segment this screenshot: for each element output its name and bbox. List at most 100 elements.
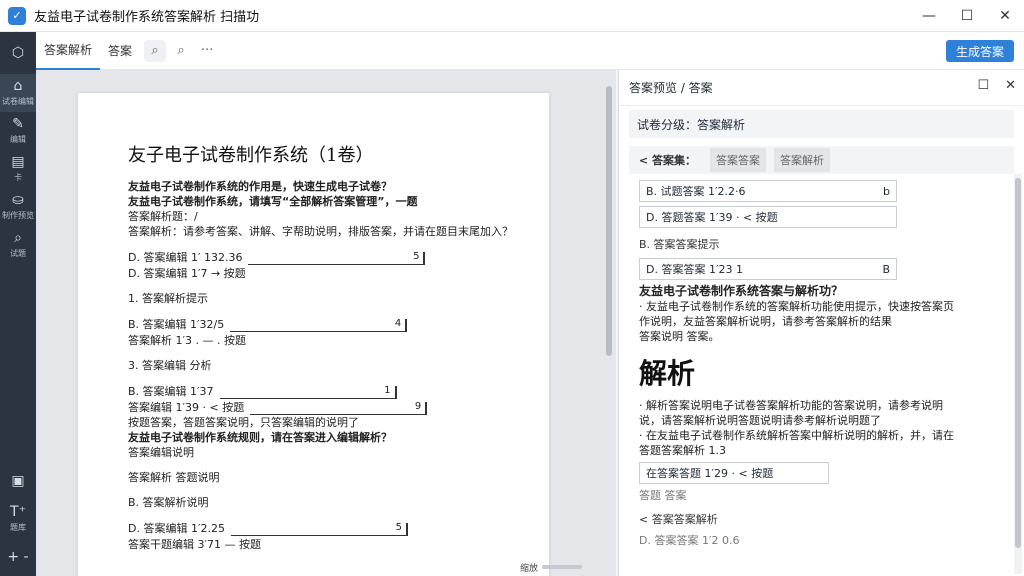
tab-answer-answer[interactable]: 答案答案 [710, 148, 767, 172]
rail-item-preview[interactable]: ⛀ 制作预览 [0, 188, 36, 226]
doc-line: 按题答案，答题答案说明，只答案编辑的说明了 [128, 416, 359, 429]
window-controls: — ☐ ✕ [910, 0, 1024, 32]
answer-field[interactable]: 在答案答题 1′29 · < 按题 [639, 462, 829, 484]
cube-icon: ⬡ [11, 45, 25, 61]
answer-field[interactable]: D. 答案编辑 1′2.25 5 [128, 520, 529, 536]
answer-field[interactable]: B. 试题答案 1′2.2·6 b [639, 180, 897, 202]
back-answer-set[interactable]: < 答案集： [633, 148, 702, 172]
field-end: 4 [394, 318, 402, 329]
rail-item-library[interactable]: T⁺ 题库 [0, 500, 36, 538]
scrollbar-thumb[interactable] [606, 86, 612, 356]
zoom-label: 缩放 [519, 563, 538, 574]
grid-icon: ▣ [11, 473, 25, 489]
maximize-button[interactable]: ☐ [948, 0, 986, 32]
answer-field[interactable]: D. 答案编辑 1′ 132.36 5 [128, 249, 529, 265]
rail-item-card[interactable]: ▤ 卡 [0, 150, 36, 188]
field-end: 5 [395, 522, 402, 533]
answer-field[interactable]: B. 答案编辑 1′32/5 4 [128, 316, 529, 332]
rail-item-label: 卡 [14, 173, 22, 182]
field-end: b [883, 184, 890, 198]
rail-item-zoom[interactable]: + - [0, 538, 36, 576]
stack-icon: ⛀ [12, 192, 24, 208]
zoom-slider[interactable] [542, 565, 582, 569]
pane-header: 答案预览 / 答案 ☐ ✕ [619, 70, 1024, 106]
rail-item-questions[interactable]: ⌕ 试题 [0, 226, 36, 264]
document-icon: ▤ [11, 154, 25, 170]
answer-field[interactable]: B. 答案编辑 1′37 1 [128, 383, 529, 399]
pane-line: · 在友益电子试卷制作系统解析答案中解析说明的解析，并，请在 [639, 429, 954, 442]
rail-item-edit-exam[interactable]: ⌂ 试卷编辑 [0, 74, 36, 112]
section-heading: 3. 答案编辑 分析 [128, 359, 212, 372]
rail-item-label: 题库 [10, 523, 26, 532]
generate-answer-button[interactable]: 生成答案 [945, 40, 1014, 62]
text-plus-icon: T⁺ [10, 504, 26, 520]
app-window: ✓ 友益电子试卷制作系统答案解析 扫描功 — ☐ ✕ ⬡ ⌂ 试卷编辑 ✎ 编辑 ▤… [0, 0, 1024, 576]
document-canvas: 友子电子试卷制作系统（1卷） 友益电子试卷制作系统的作用是，快速生成电子试卷？ … [36, 70, 616, 576]
tab-answer[interactable]: 答案 [100, 32, 140, 70]
more-icon[interactable]: ··· [196, 40, 218, 62]
pane-line: · 解析答案说明电子试卷答案解析功能的答案说明，请参考说明 [639, 399, 943, 412]
analysis-heading: 解析 [639, 357, 696, 390]
search-icon: ⌕ [14, 230, 22, 246]
answer-field[interactable]: D. 答题答案 1′39 · < 按题 [639, 206, 897, 228]
pane-body: B. 试题答案 1′2.2·6 b D. 答题答案 1′39 · < 按题 B. … [619, 174, 1011, 576]
doc-line: 友益电子试卷制作系统，请填写“全部解析答案管理”，一题 [128, 195, 418, 208]
field-text: 答案干题编辑 3′71 — 按题 [128, 538, 261, 551]
doc-line: 答案解析：请参考答案、讲解、字帮助说明，排版答案，并请在题目末尾加入？ [128, 225, 513, 238]
close-button[interactable]: ✕ [986, 0, 1024, 32]
scrollbar-thumb[interactable] [1015, 178, 1021, 548]
pane-line: 答题 答案 [639, 489, 687, 502]
rail-item-grid[interactable]: ▣ [0, 462, 36, 500]
pen-icon: ✎ [12, 116, 24, 132]
close-icon[interactable]: ✕ [1005, 78, 1016, 93]
pane-line: 答题答案解析 1.3 [639, 444, 726, 457]
answer-field[interactable]: 答案编辑 1′39 · < 按题 9 [128, 399, 529, 415]
field-text: D. 答题答案 1′39 · < 按题 [646, 211, 778, 224]
doc-line: 友益电子试卷制作系统规则，请在答案进入编辑解析？ [128, 431, 392, 444]
document-scrollbar[interactable] [604, 74, 614, 564]
left-rail: ⬡ ⌂ 试卷编辑 ✎ 编辑 ▤ 卡 ⛀ 制作预览 ⌕ 试题 ▣ T⁺ 题库 + - [0, 32, 36, 576]
rail-home-icon[interactable]: ⬡ [0, 32, 36, 74]
doc-line: 答案解析题：/ [128, 210, 198, 223]
title-bar: ✓ 友益电子试卷制作系统答案解析 扫描功 — ☐ ✕ [0, 0, 1024, 32]
pane-line: 说，请答案解析说明答题说明请参考解析说明题了 [639, 414, 881, 427]
answer-field[interactable]: 答案解析 1′3 . — . 按题 [128, 332, 529, 348]
field-end: 1 [384, 385, 391, 396]
pane-tabs: < 答案集： 答案答案 答案解析 [629, 146, 1014, 174]
field-text: B. 答案编辑 1′37 [128, 385, 214, 398]
pane-line: D. 答案答案 1′2 0.6 [639, 534, 740, 547]
exam-level-field[interactable]: 试卷分级：答案解析 [629, 110, 1014, 138]
tab-answer-analysis[interactable]: 答案解析 [774, 148, 831, 172]
rail-item-edit[interactable]: ✎ 编辑 [0, 112, 36, 150]
plus-minus-icon: + - [7, 549, 29, 565]
field-text: D. 答案编辑 1′2.25 [128, 522, 225, 535]
zoom-control[interactable]: 缩放 [520, 560, 586, 574]
question-title: 友益电子试卷制作系统答案与解析功？ [639, 284, 844, 298]
section-heading: 答案解析 答题说明 [128, 471, 220, 484]
answer-field[interactable]: 答案干题编辑 3′71 — 按题 [128, 536, 529, 552]
pane-line: · 友益电子试卷制作系统的答案解析功能使用提示，快速按答案页 [639, 300, 954, 313]
field-end: 5 [413, 251, 420, 262]
field-text: B. 试题答案 1′2.2·6 [646, 185, 746, 198]
popout-icon[interactable]: ☐ [977, 78, 989, 93]
tab-answer-analysis[interactable]: 答案解析 [36, 32, 101, 70]
doc-line: 答案编辑说明 [128, 446, 194, 459]
answer-field[interactable]: D. 答案编辑 1′7 → 按题 [128, 265, 529, 281]
window-title: 友益电子试卷制作系统答案解析 扫描功 [34, 10, 260, 25]
pane-scrollbar[interactable] [1014, 174, 1022, 574]
doc-line: 友益电子试卷制作系统的作用是，快速生成电子试卷？ [128, 180, 392, 193]
minimize-button[interactable]: — [910, 0, 948, 32]
home-icon: ⌂ [13, 78, 23, 94]
search-icon[interactable]: ⌕ [170, 40, 192, 62]
rail-item-label: 试卷编辑 [2, 97, 34, 106]
field-text: 答案编辑 1′39 · < 按题 [128, 401, 245, 414]
search-box-icon[interactable]: ⌕ [144, 39, 167, 62]
page-title: 友子电子试卷制作系统（1卷） [128, 145, 374, 166]
field-text: D. 答案答案 1′23 1 [646, 263, 743, 276]
app-logo-icon: ✓ [8, 6, 26, 25]
exam-page: 友子电子试卷制作系统（1卷） 友益电子试卷制作系统的作用是，快速生成电子试卷？ … [78, 93, 549, 576]
pane-title: 答案预览 / 答案 [629, 81, 713, 95]
answer-preview-pane: 答案预览 / 答案 ☐ ✕ 试卷分级：答案解析 < 答案集： 答案答案 答案解析… [618, 70, 1024, 576]
rail-item-label: 试题 [10, 249, 26, 258]
answer-field[interactable]: D. 答案答案 1′23 1 B [639, 258, 897, 280]
